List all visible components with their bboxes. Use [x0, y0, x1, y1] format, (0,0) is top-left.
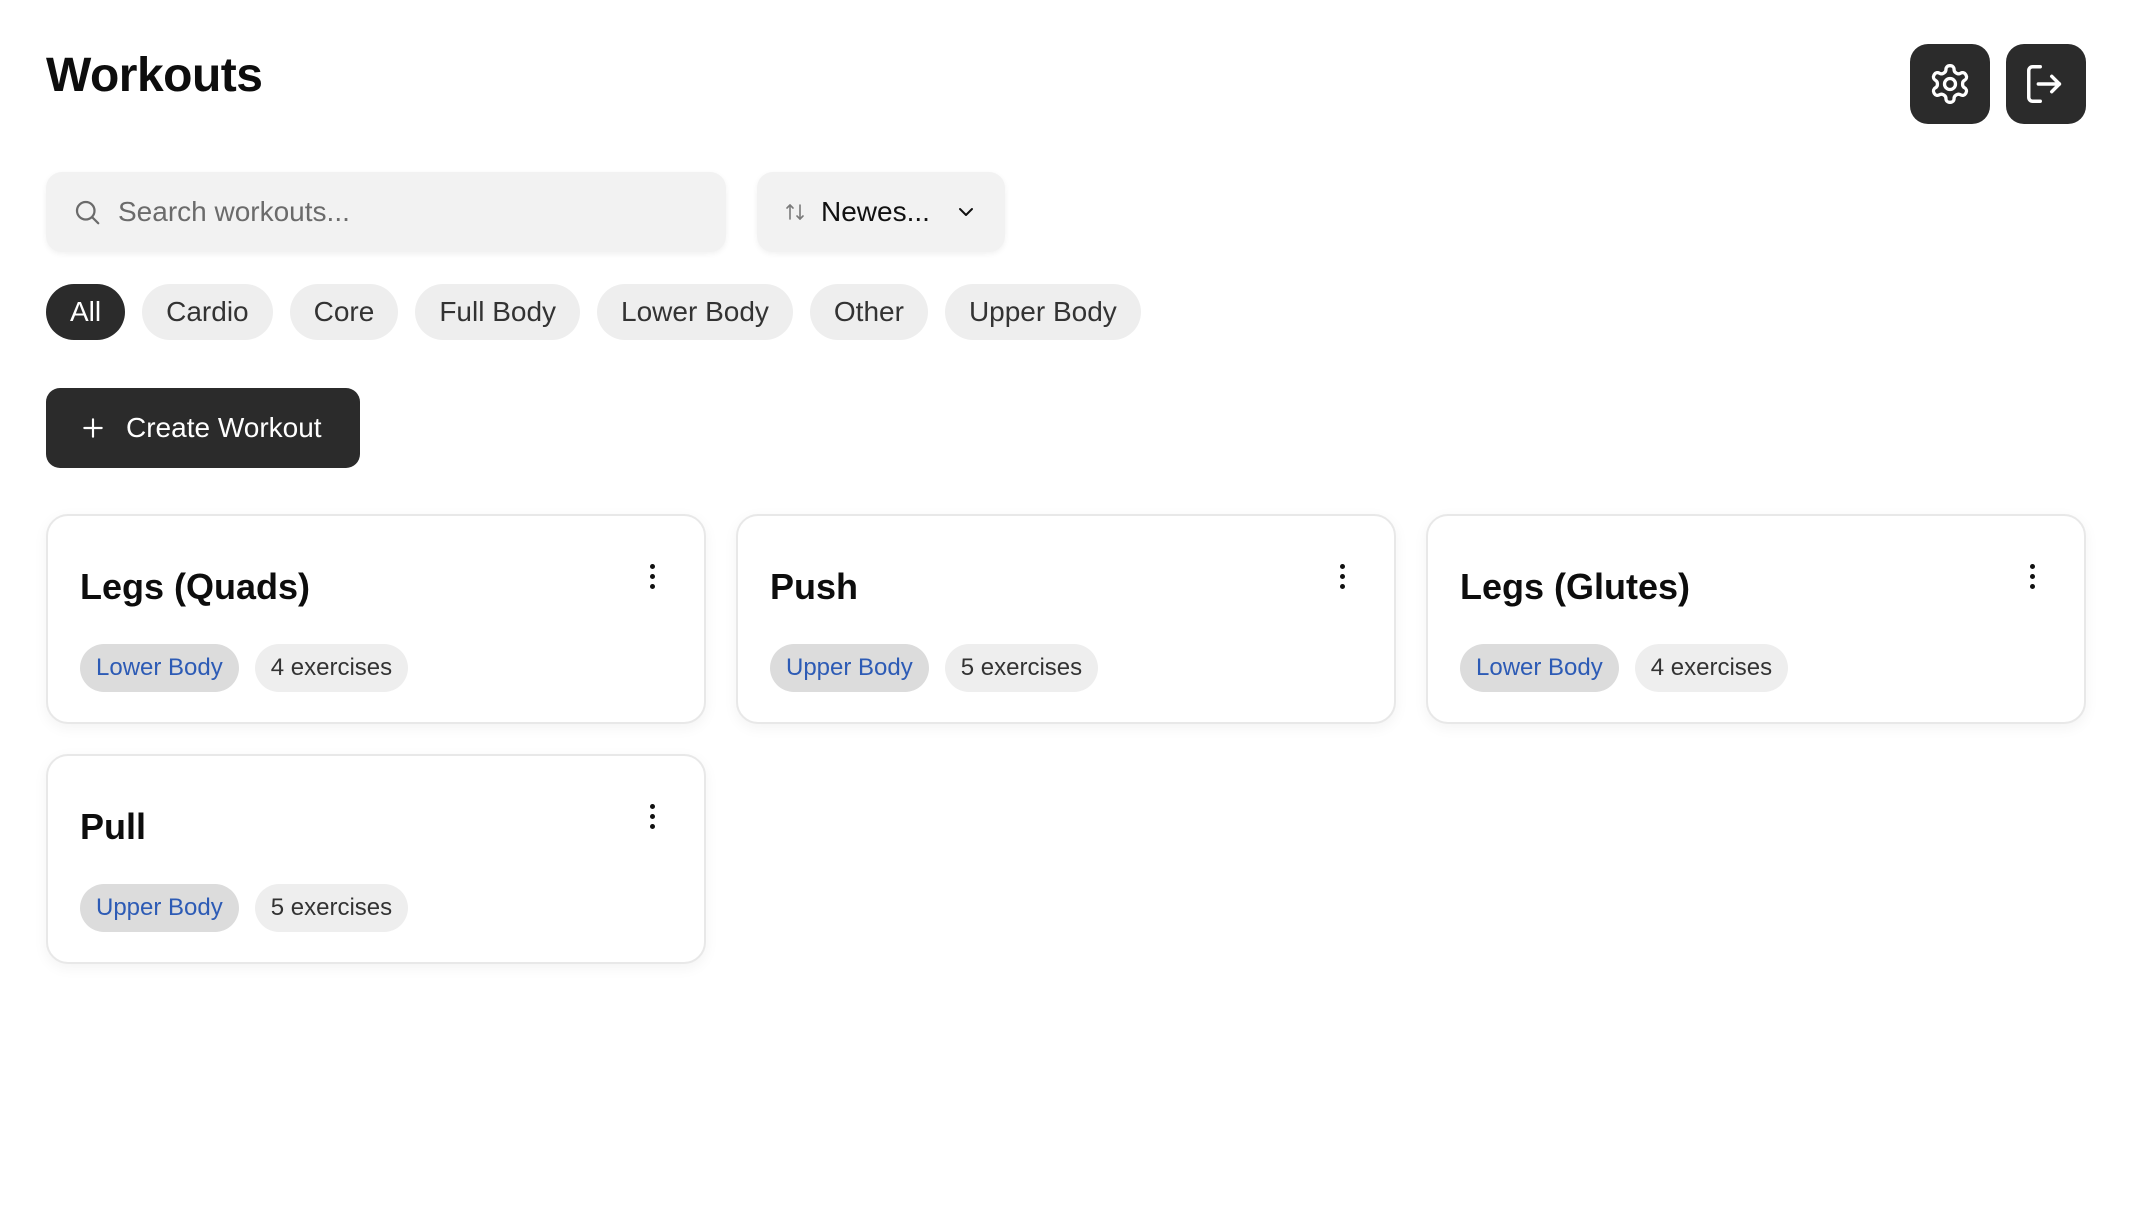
- workouts-page: Workouts Newes...: [0, 0, 2134, 1206]
- sort-label: Newes...: [821, 196, 930, 227]
- search-icon: [75, 200, 100, 225]
- more-options-icon[interactable]: [642, 796, 662, 836]
- exercise-count-badge: 4 exercises: [1634, 644, 1789, 692]
- workout-card[interactable]: Pull Upper Body 5 exercises: [46, 754, 706, 964]
- chevron-down-icon: [954, 200, 978, 224]
- filter-chip-lower-body[interactable]: Lower Body: [597, 284, 793, 340]
- search-input[interactable]: [118, 196, 678, 228]
- workout-tags: Lower Body 4 exercises: [1460, 644, 1789, 692]
- workout-card[interactable]: Legs (Quads) Lower Body 4 exercises: [46, 514, 706, 724]
- workout-title: Push: [770, 566, 859, 607]
- header-actions: [1910, 44, 2086, 124]
- logout-button[interactable]: [2006, 44, 2086, 124]
- workout-card[interactable]: Push Upper Body 5 exercises: [736, 514, 1396, 724]
- workout-card[interactable]: Legs (Glutes) Lower Body 4 exercises: [1426, 514, 2086, 724]
- workout-tags: Upper Body 5 exercises: [770, 644, 1099, 692]
- workout-title: Legs (Glutes): [1460, 566, 1691, 607]
- plus-icon: [80, 415, 106, 441]
- settings-button[interactable]: [1910, 44, 1990, 124]
- workout-title: Legs (Quads): [80, 566, 311, 607]
- more-options-icon[interactable]: [2022, 556, 2042, 596]
- category-badge: Upper Body: [770, 644, 929, 692]
- logout-icon: [2027, 65, 2062, 103]
- category-badge: Upper Body: [80, 884, 239, 932]
- filter-chip-other[interactable]: Other: [809, 284, 928, 340]
- sort-arrows-icon: [786, 204, 804, 220]
- search-box[interactable]: [46, 172, 726, 252]
- filter-chip-all[interactable]: All: [46, 284, 126, 340]
- filter-chip-upper-body[interactable]: Upper Body: [944, 284, 1141, 340]
- sort-dropdown[interactable]: Newes...: [757, 172, 1005, 252]
- workout-tags: Upper Body 5 exercises: [80, 884, 409, 932]
- create-workout-label: Create Workout: [126, 412, 322, 443]
- workout-title: Pull: [80, 806, 147, 847]
- filter-chip-cardio[interactable]: Cardio: [142, 284, 273, 340]
- more-options-icon[interactable]: [642, 556, 662, 596]
- more-options-icon[interactable]: [1332, 556, 1352, 596]
- exercise-count-badge: 5 exercises: [254, 884, 409, 932]
- filter-chip-full-body[interactable]: Full Body: [415, 284, 581, 340]
- exercise-count-badge: 4 exercises: [254, 644, 409, 692]
- gear-icon: [1931, 64, 1969, 104]
- page-title: Workouts: [46, 49, 263, 102]
- create-workout-button[interactable]: Create Workout: [46, 388, 360, 468]
- category-filters: All Cardio Core Full Body Lower Body Oth…: [46, 284, 1141, 340]
- filter-chip-core[interactable]: Core: [289, 284, 399, 340]
- category-badge: Lower Body: [1460, 644, 1619, 692]
- category-badge: Lower Body: [80, 644, 239, 692]
- workout-tags: Lower Body 4 exercises: [80, 644, 409, 692]
- exercise-count-badge: 5 exercises: [944, 644, 1099, 692]
